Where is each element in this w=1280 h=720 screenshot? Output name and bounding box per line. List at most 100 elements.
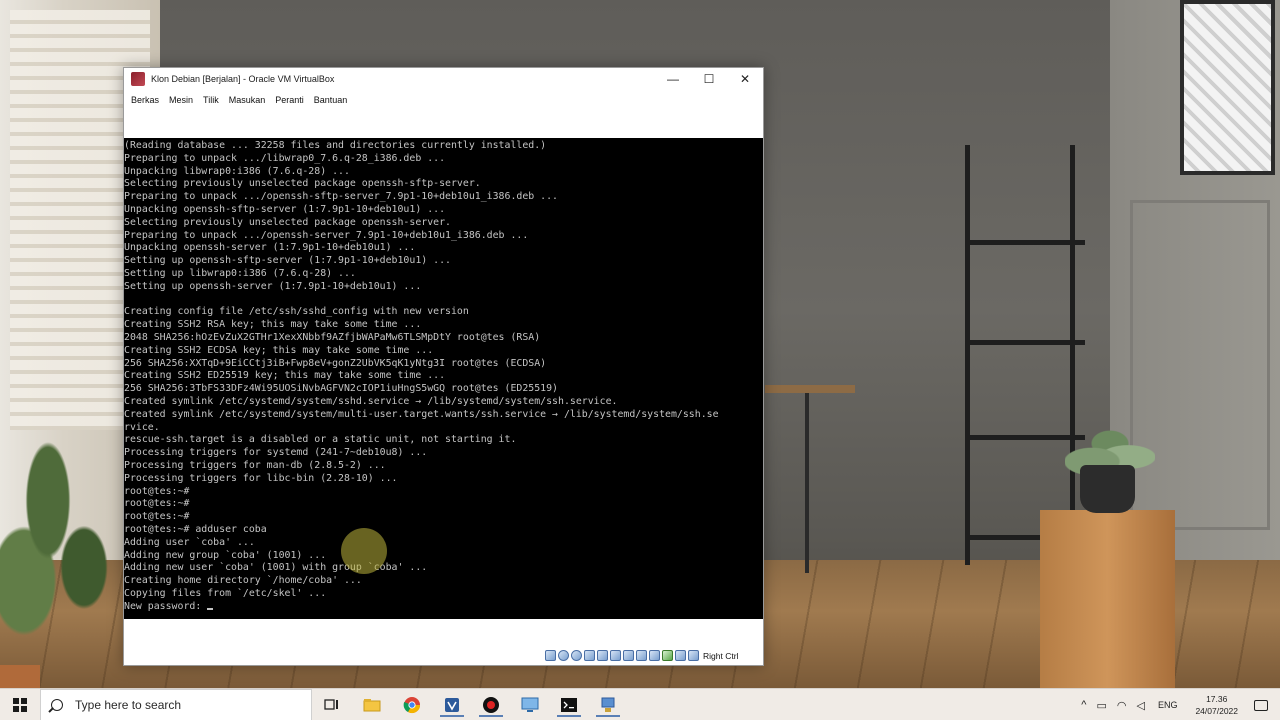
menu-masukan[interactable]: Masukan bbox=[229, 95, 266, 105]
console-line: Creating SSH2 RSA key; this may take som… bbox=[124, 319, 422, 331]
status-icons: Right Ctrl bbox=[545, 650, 738, 661]
console-line: Selecting previously unselected package … bbox=[124, 178, 481, 190]
console-line: Created symlink /etc/systemd/system/mult… bbox=[124, 408, 719, 420]
remote-desktop-icon[interactable] bbox=[518, 693, 542, 717]
console-line: Preparing to unpack .../openssh-sftp-ser… bbox=[124, 191, 559, 203]
language-indicator[interactable]: ENG bbox=[1158, 700, 1178, 710]
virtualbox-window[interactable]: Klon Debian [Berjalan] - Oracle VM Virtu… bbox=[123, 67, 764, 666]
mouse-click-highlight bbox=[341, 528, 387, 574]
terminal-icon[interactable] bbox=[557, 693, 581, 717]
console-line: Creating config file /etc/ssh/sshd_confi… bbox=[124, 306, 469, 318]
console-line: Unpacking openssh-sftp-server (1:7.9p1-1… bbox=[124, 203, 446, 215]
wallpaper-side-table-leg bbox=[805, 393, 809, 573]
wallpaper-wood-stool bbox=[1040, 510, 1175, 688]
console-line: (Reading database ... 32258 files and di… bbox=[124, 140, 547, 151]
wifi-icon[interactable]: ◠ bbox=[1117, 699, 1127, 712]
vm-console-screen[interactable]: (Reading database ... 32258 files and di… bbox=[124, 138, 763, 619]
active-app-indicator bbox=[479, 715, 503, 717]
console-line: Copying files from `/etc/skel' ... bbox=[124, 587, 327, 599]
console-line: root@tes:~# adduser coba bbox=[124, 523, 267, 535]
console-line: Processing triggers for man-db (2.8.5-2)… bbox=[124, 459, 386, 471]
console-line: root@tes:~# bbox=[124, 498, 190, 510]
menu-mesin[interactable]: Mesin bbox=[169, 95, 193, 105]
guest-additions-icon[interactable] bbox=[662, 650, 673, 661]
menu-bar: Berkas Mesin Tilik Masukan Peranti Bantu… bbox=[124, 90, 763, 110]
wallpaper-side-table bbox=[765, 385, 855, 393]
display-icon[interactable] bbox=[623, 650, 634, 661]
maximize-button[interactable]: ☐ bbox=[691, 68, 727, 90]
active-app-indicator bbox=[440, 715, 464, 717]
console-line: Processing triggers for systemd (241-7~d… bbox=[124, 447, 428, 459]
keyboard-capture-icon[interactable] bbox=[688, 650, 699, 661]
console-line: Creating home directory `/home/coba' ... bbox=[124, 575, 362, 587]
system-clock[interactable]: 17.36 24/07/2022 bbox=[1195, 693, 1238, 717]
chevron-up-icon[interactable]: ^ bbox=[1081, 699, 1086, 711]
search-placeholder: Type here to search bbox=[75, 698, 182, 712]
console-line: Preparing to unpack .../libwrap0_7.6.q-2… bbox=[124, 152, 446, 164]
task-view-icon[interactable] bbox=[320, 693, 344, 717]
window-titlebar[interactable]: Klon Debian [Berjalan] - Oracle VM Virtu… bbox=[124, 68, 763, 90]
active-app-indicator bbox=[557, 715, 581, 717]
windows-logo-icon bbox=[13, 698, 27, 712]
window-title: Klon Debian [Berjalan] - Oracle VM Virtu… bbox=[151, 74, 335, 84]
console-line: New password: bbox=[124, 601, 763, 614]
console-line: Creating SSH2 ED25519 key; this may take… bbox=[124, 370, 446, 382]
volume-icon[interactable]: ◁ bbox=[1136, 699, 1144, 712]
wallpaper-framed-art bbox=[1180, 0, 1275, 175]
shared-folders-icon[interactable] bbox=[610, 650, 621, 661]
wallpaper-left-pot bbox=[0, 665, 40, 688]
console-line: 256 SHA256:XXTqD+9EiCCtj3iB+Fwp8eV+gonZ2… bbox=[124, 357, 547, 369]
console-line: Unpacking libwrap0:i386 (7.6.q-28) ... bbox=[124, 165, 350, 177]
wallpaper-left-plant bbox=[0, 420, 120, 688]
taskbar-search-box[interactable]: Type here to search bbox=[40, 689, 312, 720]
network-icon[interactable] bbox=[584, 650, 595, 661]
wallpaper-plant-pot bbox=[1080, 465, 1135, 513]
network-tool-icon[interactable] bbox=[596, 693, 620, 717]
minimize-button[interactable]: — bbox=[655, 68, 691, 90]
optical-drive-icon[interactable] bbox=[558, 650, 569, 661]
wallpaper-molding bbox=[1130, 200, 1270, 530]
menu-tilik[interactable]: Tilik bbox=[203, 95, 219, 105]
system-tray: ^ ▭ ◠ ◁ ENG 17.36 24/07/2022 bbox=[1076, 689, 1280, 720]
cpu-icon[interactable] bbox=[649, 650, 660, 661]
clock-time: 17.36 bbox=[1206, 694, 1228, 704]
hard-disk-icon[interactable] bbox=[545, 650, 556, 661]
battery-icon[interactable]: ▭ bbox=[1096, 699, 1106, 712]
menu-berkas[interactable]: Berkas bbox=[131, 95, 159, 105]
console-line: 256 SHA256:3TbFS33DFz4Wi95UOSiNvbAGFVN2c… bbox=[124, 383, 559, 395]
console-line: root@tes:~# bbox=[124, 485, 190, 497]
chrome-icon[interactable] bbox=[400, 693, 424, 717]
search-icon bbox=[51, 699, 63, 711]
recording-icon[interactable] bbox=[636, 650, 647, 661]
vm-status-bar: Right Ctrl bbox=[124, 619, 763, 665]
menu-peranti[interactable]: Peranti bbox=[275, 95, 304, 105]
host-key-label: Right Ctrl bbox=[703, 650, 739, 661]
obs-recorder-icon[interactable] bbox=[479, 693, 503, 717]
console-line: root@tes:~# bbox=[124, 511, 190, 523]
active-app-indicator bbox=[596, 715, 620, 717]
notification-strip bbox=[124, 110, 763, 138]
console-line: Setting up libwrap0:i386 (7.6.q-28) ... bbox=[124, 267, 356, 279]
console-line: Processing triggers for libc-bin (2.28-1… bbox=[124, 472, 398, 484]
console-line: Creating SSH2 ECDSA key; this may take s… bbox=[124, 344, 434, 356]
notification-center-icon[interactable] bbox=[1254, 699, 1268, 711]
file-explorer-icon[interactable] bbox=[360, 693, 384, 717]
wallpaper-shelf bbox=[965, 145, 1085, 565]
audio-icon[interactable] bbox=[571, 650, 582, 661]
console-line: Adding new group `coba' (1001) ... bbox=[124, 549, 327, 561]
menu-bantuan[interactable]: Bantuan bbox=[314, 95, 348, 105]
mouse-integration-icon[interactable] bbox=[675, 650, 686, 661]
console-line: Created symlink /etc/systemd/system/sshd… bbox=[124, 395, 618, 407]
start-button[interactable] bbox=[0, 689, 40, 720]
console-line: Adding new user `coba' (1001) with group… bbox=[124, 562, 428, 574]
clock-date: 24/07/2022 bbox=[1195, 706, 1238, 716]
usb-icon[interactable] bbox=[597, 650, 608, 661]
console-line: Selecting previously unselected package … bbox=[124, 216, 451, 228]
console-line: rescue-ssh.target is a disabled or a sta… bbox=[124, 434, 517, 446]
close-button[interactable]: ✕ bbox=[727, 68, 763, 90]
terminal-cursor bbox=[207, 607, 214, 610]
virtualbox-taskbar-icon[interactable] bbox=[440, 693, 464, 717]
windows-taskbar: Type here to search ^ ▭ ◠ ◁ ENG 17.36 24… bbox=[0, 688, 1280, 720]
console-line: Setting up openssh-sftp-server (1:7.9p1-… bbox=[124, 255, 451, 267]
